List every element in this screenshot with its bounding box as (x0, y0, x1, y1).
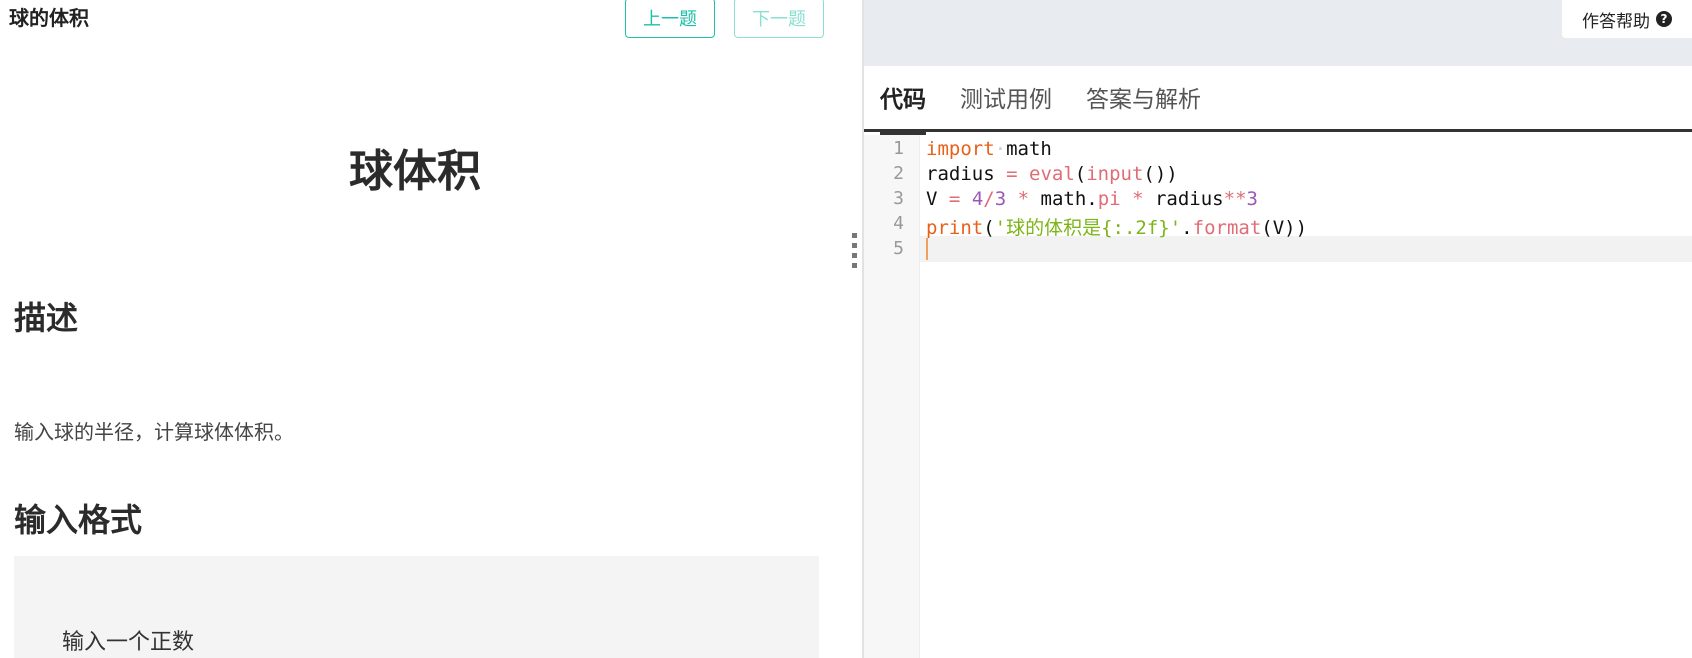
code-token: pi (1097, 188, 1121, 210)
input-format-heading: 输入格式 (14, 501, 143, 539)
code-token: print (926, 217, 984, 239)
code-token: * (1132, 188, 1144, 210)
tab-test-cases[interactable]: 测试用例 (960, 80, 1052, 132)
code-token: = (948, 188, 961, 210)
code-token: 4 (971, 188, 984, 210)
code-editor[interactable]: 1 2 3 4 5 import·math radius = eval(inpu… (864, 135, 1692, 658)
problem-heading: 球体积 (349, 146, 481, 197)
code-token: ( (1074, 163, 1087, 185)
code-token: ** (1223, 188, 1247, 210)
code-token: = (1006, 163, 1018, 185)
input-format-box: 输入一个正数 (14, 556, 819, 658)
answer-help-label: 作答帮助 (1582, 11, 1650, 32)
code-token: import (926, 138, 995, 160)
line-number: 4 (893, 213, 904, 234)
code-token: eval (1029, 163, 1075, 185)
line-number: 2 (893, 163, 904, 184)
drag-handle-icon[interactable] (852, 233, 858, 279)
code-tabs: 代码 测试用例 答案与解析 (864, 66, 1692, 137)
line-gutter: 1 2 3 4 5 (864, 135, 920, 658)
code-line-4[interactable]: print('球的体积是{:.2f}'.format(V)) (926, 213, 1307, 240)
code-token: * (1017, 188, 1030, 210)
answer-help-button[interactable]: 作答帮助 ? (1562, 0, 1692, 38)
code-topbar: 作答帮助 ? (864, 0, 1692, 66)
code-line-3[interactable]: V = 4/3 * math.pi * radius**3 (926, 188, 1258, 210)
next-question-button[interactable]: 下一题 (734, 0, 824, 38)
code-token: input (1086, 163, 1144, 185)
text-cursor (926, 238, 928, 260)
code-token: 3 (1246, 188, 1258, 210)
line-number: 5 (893, 238, 904, 259)
code-token: math. (1040, 188, 1098, 210)
question-circle-icon: ? (1656, 11, 1672, 27)
code-pane: 作答帮助 ? 代码 测试用例 答案与解析 1 2 3 4 5 import·ma… (864, 0, 1692, 658)
code-token: . (1181, 217, 1193, 239)
code-token: 3 (994, 188, 1007, 210)
code-token: radius (926, 163, 995, 185)
code-token: (V)) (1261, 217, 1308, 239)
code-token: math (1006, 138, 1052, 160)
prev-question-button[interactable]: 上一题 (625, 0, 715, 38)
problem-pane: 球的体积 上一题 下一题 球体积 描述 输入球的半径，计算球体体积。 输入格式 … (0, 0, 862, 658)
input-format-text: 输入一个正数 (62, 630, 195, 655)
code-token: ()) (1143, 163, 1178, 185)
tab-code[interactable]: 代码 (880, 80, 926, 137)
code-token: radius (1154, 188, 1224, 210)
code-line-1[interactable]: import·math (926, 138, 1052, 160)
line-number: 1 (893, 138, 904, 159)
code-token: / (983, 188, 995, 210)
code-token: V (926, 188, 938, 210)
code-line-2[interactable]: radius = eval(input()) (926, 163, 1178, 185)
code-token: format (1192, 217, 1262, 239)
description-text: 输入球的半径，计算球体体积。 (14, 420, 294, 444)
line-number: 3 (893, 188, 904, 209)
description-heading: 描述 (14, 299, 79, 337)
code-token: ( (983, 217, 995, 239)
tab-answer-analysis[interactable]: 答案与解析 (1086, 80, 1201, 132)
problem-title-small: 球的体积 (9, 6, 89, 30)
code-token: '球的体积是{:.2f}' (994, 217, 1182, 239)
